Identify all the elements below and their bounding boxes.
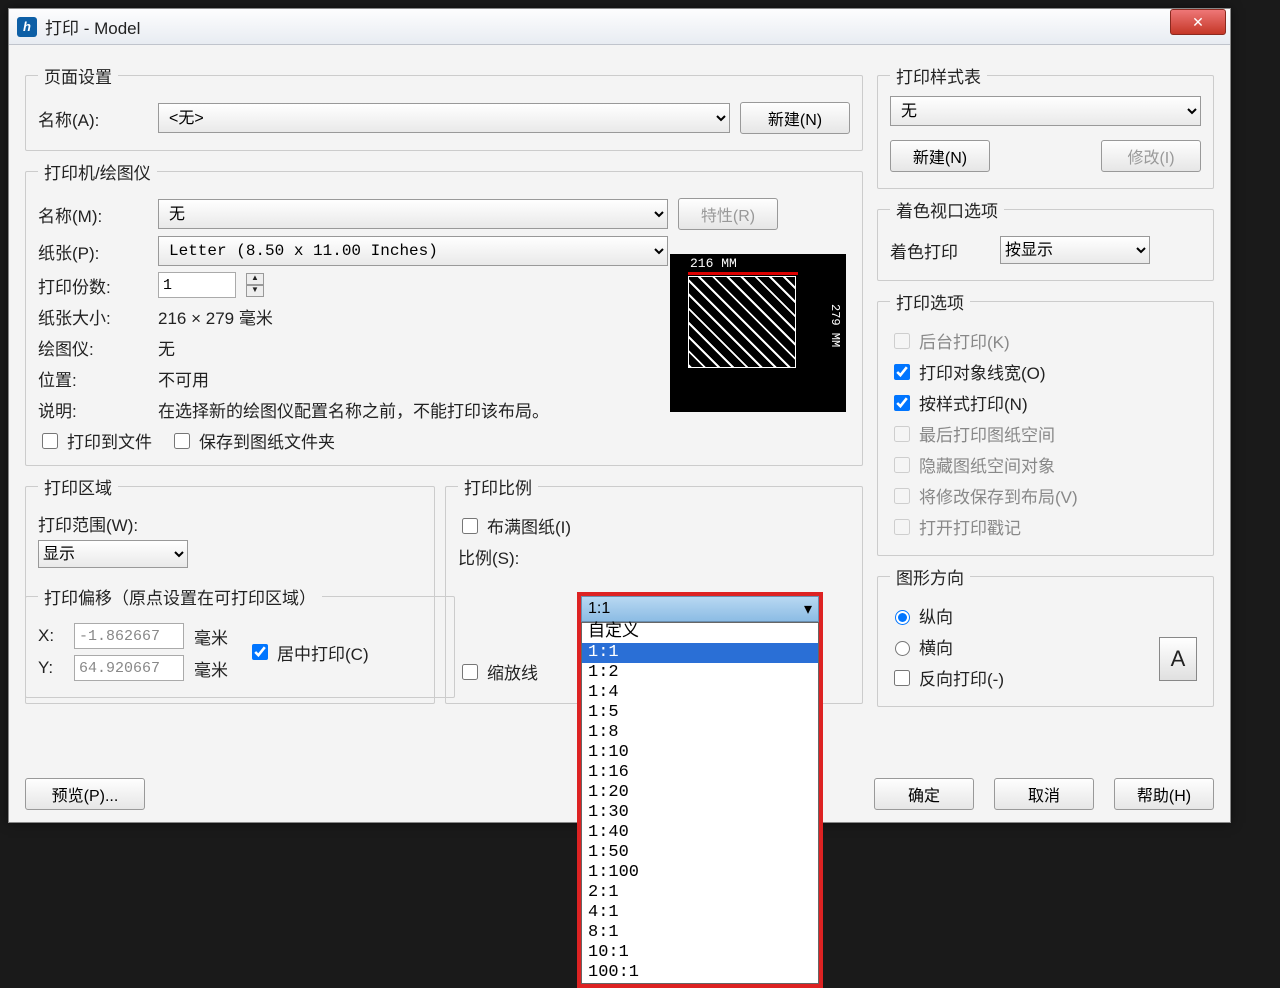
orientation-group: 图形方向 纵向 横向 反向打印(-) A xyxy=(877,564,1214,707)
scale-option[interactable]: 1:30 xyxy=(582,803,818,823)
shaded-label: 着色打印 xyxy=(890,238,990,263)
preview-height-label: 279 MM xyxy=(828,304,842,347)
printer-name-label: 名称(M): xyxy=(38,202,148,227)
window-title: 打印 - Model xyxy=(45,14,1226,39)
printer-legend: 打印机/绘图仪 xyxy=(38,159,157,184)
scale-option[interactable]: 2:1 xyxy=(582,883,818,903)
titlebar: h 打印 - Model ✕ xyxy=(9,9,1230,45)
style-table-group: 打印样式表 无 新建(N) 修改(I) xyxy=(877,63,1214,189)
print-option-check: 打开打印戳记 xyxy=(890,514,1021,539)
page-name-label: 名称(A): xyxy=(38,106,148,131)
landscape-radio[interactable]: 横向 xyxy=(890,634,953,659)
scale-option[interactable]: 1:4 xyxy=(582,683,818,703)
location-label: 位置: xyxy=(38,366,148,391)
print-option-check: 将修改保存到布局(V) xyxy=(890,483,1078,508)
style-table-select[interactable]: 无 xyxy=(890,96,1201,126)
cancel-button[interactable]: 取消 xyxy=(994,778,1094,810)
scale-select-current[interactable]: 1:1▾ xyxy=(581,596,819,622)
papersize-label: 纸张大小: xyxy=(38,304,148,329)
offset-y-input[interactable] xyxy=(74,655,184,681)
preview-width-label: 216 MM xyxy=(690,256,737,271)
scale-label: 比例(S): xyxy=(458,544,538,569)
print-offset-legend: 打印偏移（原点设置在可打印区域） xyxy=(38,584,322,609)
preview-button[interactable]: 预览(P)... xyxy=(25,778,145,810)
close-button[interactable]: ✕ xyxy=(1170,9,1226,35)
ok-button[interactable]: 确定 xyxy=(874,778,974,810)
printer-group: 打印机/绘图仪 名称(M): 无 特性(R) 纸张(P): Letter (8.… xyxy=(25,159,863,466)
center-print-check[interactable]: 居中打印(C) xyxy=(248,640,369,665)
scale-option[interactable]: 10:1 xyxy=(582,943,818,963)
plotter-value: 无 xyxy=(158,335,175,360)
plotter-label: 绘图仪: xyxy=(38,335,148,360)
scale-option[interactable]: 1:16 xyxy=(582,763,818,783)
shaded-select[interactable]: 按显示 xyxy=(1000,236,1150,264)
print-option-check: 最后打印图纸空间 xyxy=(890,421,1055,446)
scale-option[interactable]: 1:100 xyxy=(582,863,818,883)
scale-lineweight-check[interactable]: 缩放线 xyxy=(458,659,538,684)
printer-name-select[interactable]: 无 xyxy=(158,199,668,229)
style-table-legend: 打印样式表 xyxy=(890,63,987,88)
orientation-legend: 图形方向 xyxy=(890,564,970,589)
location-value: 不可用 xyxy=(158,366,209,391)
scale-option[interactable]: 8:1 xyxy=(582,923,818,943)
offset-x-label: X: xyxy=(38,626,64,646)
scale-option[interactable]: 自定义 xyxy=(582,623,818,643)
style-new-button[interactable]: 新建(N) xyxy=(890,140,990,172)
scale-option[interactable]: 1:1 xyxy=(582,643,818,663)
print-option-check: 后台打印(K) xyxy=(890,328,1010,353)
copies-input[interactable] xyxy=(158,272,236,298)
page-setup-group: 页面设置 名称(A): <无> 新建(N) xyxy=(25,63,863,151)
scale-option[interactable]: 100:1 xyxy=(582,963,818,983)
scale-option[interactable]: 1:50 xyxy=(582,843,818,863)
scale-option[interactable]: 1:20 xyxy=(582,783,818,803)
paper-preview: 216 MM 279 MM xyxy=(670,254,846,412)
portrait-radio[interactable]: 纵向 xyxy=(890,603,953,628)
scale-option[interactable]: 1:5 xyxy=(582,703,818,723)
offset-y-label: Y: xyxy=(38,658,64,678)
scale-option[interactable]: 1:8 xyxy=(582,723,818,743)
style-modify-button: 修改(I) xyxy=(1101,140,1201,172)
scale-option[interactable]: 1:10 xyxy=(582,743,818,763)
page-name-select[interactable]: <无> xyxy=(158,103,730,133)
print-range-select[interactable]: 显示 xyxy=(38,540,188,568)
desc-value: 在选择新的绘图仪配置名称之前，不能打印该布局。 xyxy=(158,397,549,422)
scale-dropdown-open[interactable]: 1:1▾ 自定义1:11:21:41:51:81:101:161:201:301… xyxy=(577,592,823,988)
fit-paper-check[interactable]: 布满图纸(I) xyxy=(458,513,571,538)
orientation-icon: A xyxy=(1159,637,1197,681)
copies-label: 打印份数: xyxy=(38,273,148,298)
desc-label: 说明: xyxy=(38,397,148,422)
reverse-print-check[interactable]: 反向打印(-) xyxy=(890,665,1004,690)
app-icon: h xyxy=(17,17,37,37)
print-offset-group: 打印偏移（原点设置在可打印区域） X:毫米 Y:毫米 居中打印(C) xyxy=(25,584,455,698)
shaded-viewport-group: 着色视口选项 着色打印 按显示 xyxy=(877,197,1214,281)
print-options-legend: 打印选项 xyxy=(890,289,970,314)
page-new-button[interactable]: 新建(N) xyxy=(740,102,850,134)
print-option-check: 隐藏图纸空间对象 xyxy=(890,452,1055,477)
print-options-group: 打印选项 后台打印(K) 打印对象线宽(O) 按样式打印(N) 最后打印图纸空间隐藏图… xyxy=(877,289,1214,556)
scale-option-list: 自定义1:11:21:41:51:81:101:161:201:301:401:… xyxy=(581,622,819,984)
paper-select[interactable]: Letter (8.50 x 11.00 Inches) xyxy=(158,236,668,266)
help-button[interactable]: 帮助(H) xyxy=(1114,778,1214,810)
shaded-legend: 着色视口选项 xyxy=(890,197,1004,222)
scale-option[interactable]: 4:1 xyxy=(582,903,818,923)
print-option-check[interactable]: 按样式打印(N) xyxy=(890,390,1028,415)
copies-spinner[interactable]: ▲▼ xyxy=(246,273,264,297)
print-to-file-check[interactable]: 打印到文件 xyxy=(38,428,152,453)
printer-props-button: 特性(R) xyxy=(678,198,778,230)
paper-label: 纸张(P): xyxy=(38,239,148,264)
page-setup-legend: 页面设置 xyxy=(38,63,118,88)
print-range-label: 打印范围(W): xyxy=(38,511,422,536)
save-to-folder-check[interactable]: 保存到图纸文件夹 xyxy=(170,428,335,453)
scale-option[interactable]: 1:40 xyxy=(582,823,818,843)
offset-x-input[interactable] xyxy=(74,623,184,649)
scale-option[interactable]: 1:2 xyxy=(582,663,818,683)
papersize-value: 216 × 279 毫米 xyxy=(158,304,273,329)
print-option-check[interactable]: 打印对象线宽(O) xyxy=(890,359,1046,384)
print-scale-legend: 打印比例 xyxy=(458,474,538,499)
print-area-legend: 打印区域 xyxy=(38,474,118,499)
